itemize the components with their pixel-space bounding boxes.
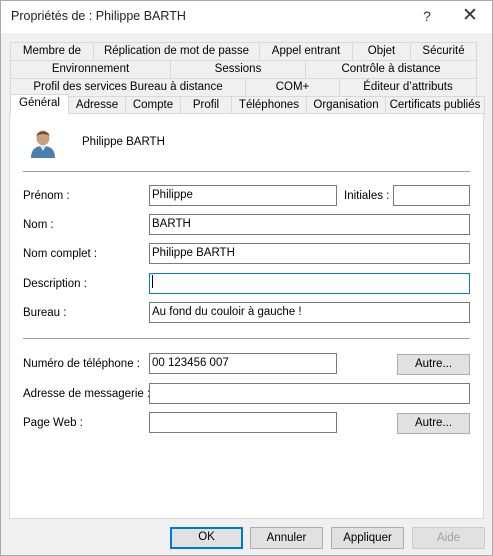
office-field[interactable]: Au fond du couloir à gauche ! xyxy=(149,302,470,323)
window-title: Propriétés de : Philippe BARTH xyxy=(11,9,186,23)
tab-profil[interactable]: Profil xyxy=(180,96,232,114)
full-name-field[interactable]: Philippe BARTH xyxy=(149,243,470,264)
separator-middle xyxy=(23,338,470,339)
description-field[interactable] xyxy=(149,273,470,294)
full-name-label: Nom complet : xyxy=(23,248,98,260)
tab-certificats-publies[interactable]: Certificats publiés xyxy=(385,96,485,114)
tab-general[interactable]: Général xyxy=(10,94,69,114)
web-page-label: Page Web : xyxy=(23,417,83,429)
email-label: Adresse de messagerie : xyxy=(23,388,151,400)
initials-label: Initiales : xyxy=(344,190,390,202)
apply-button[interactable]: Appliquer xyxy=(331,527,404,549)
properties-dialog: Propriétés de : Philippe BARTH ? ✕ Membr… xyxy=(0,0,493,556)
cancel-button[interactable]: Annuler xyxy=(250,527,323,549)
text-caret xyxy=(152,275,153,289)
web-page-field[interactable] xyxy=(149,412,337,433)
tab-row-1: Membre de Réplication de mot de passe Ap… xyxy=(10,42,477,60)
general-tab-panel: Philippe BARTH Prénom : Philippe Initial… xyxy=(9,113,484,519)
close-icon[interactable]: ✕ xyxy=(456,3,484,29)
tab-adresse[interactable]: Adresse xyxy=(68,96,126,114)
tab-appel-entrant[interactable]: Appel entrant xyxy=(259,42,353,60)
other-web-button[interactable]: Autre... xyxy=(397,413,470,434)
phone-field[interactable]: 00 123456 007 xyxy=(149,353,337,374)
tab-organisation[interactable]: Organisation xyxy=(306,96,386,114)
tab-telephones[interactable]: Téléphones xyxy=(231,96,307,114)
separator-top xyxy=(23,171,470,172)
tab-row-2: Environnement Sessions Contrôle à distan… xyxy=(10,60,477,78)
tab-replication[interactable]: Réplication de mot de passe xyxy=(93,42,260,60)
last-name-label: Nom : xyxy=(23,219,54,231)
tab-controle-distance[interactable]: Contrôle à distance xyxy=(305,60,477,78)
help-button[interactable]: Aide xyxy=(412,527,485,549)
title-bar: Propriétés de : Philippe BARTH ? ✕ xyxy=(1,1,492,33)
tab-sessions[interactable]: Sessions xyxy=(170,60,306,78)
user-icon xyxy=(31,130,55,158)
office-label: Bureau : xyxy=(23,307,67,319)
tab-membre-de[interactable]: Membre de xyxy=(10,42,94,60)
email-field[interactable] xyxy=(149,383,470,404)
tab-editeur-attributs[interactable]: Éditeur d’attributs xyxy=(339,78,477,96)
first-name-field[interactable]: Philippe xyxy=(149,185,337,206)
first-name-label: Prénom : xyxy=(23,190,70,202)
initials-field[interactable] xyxy=(393,185,470,206)
description-label: Description : xyxy=(23,278,87,290)
tab-objet[interactable]: Objet xyxy=(352,42,411,60)
other-phone-button[interactable]: Autre... xyxy=(397,354,470,375)
ok-button[interactable]: OK xyxy=(170,527,243,549)
help-icon[interactable]: ? xyxy=(417,5,437,27)
tab-row-3: Profil des services Bureau à distance CO… xyxy=(10,78,477,96)
tab-securite[interactable]: Sécurité xyxy=(410,42,477,60)
user-display-name: Philippe BARTH xyxy=(82,136,165,148)
last-name-field[interactable]: BARTH xyxy=(149,214,470,235)
tab-compte[interactable]: Compte xyxy=(125,96,181,114)
tab-com-plus[interactable]: COM+ xyxy=(245,78,340,96)
tab-environnement[interactable]: Environnement xyxy=(10,60,171,78)
tab-row-4: Général Adresse Compte Profil Téléphones… xyxy=(10,94,485,114)
phone-label: Numéro de téléphone : xyxy=(23,358,140,370)
